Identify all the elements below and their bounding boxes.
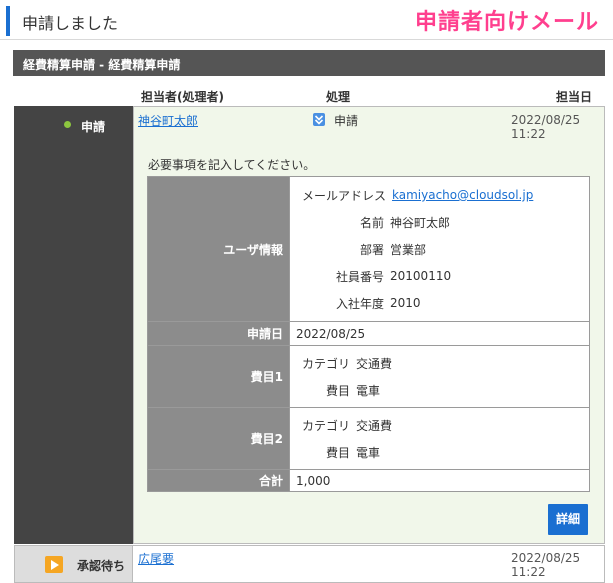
field-key: 社員番号 [336, 269, 385, 284]
audience-badge: 申請者向けメール [414, 10, 599, 35]
status-text: 承認待ち [77, 559, 126, 573]
page-title: 申請しました [22, 14, 119, 33]
user-info-values: メールアドレス kamiyacho@cloudsol.jp 名前 神谷町太郎 部署営… [289, 176, 590, 322]
column-header-assignee: 担当者(処理者) [141, 90, 224, 104]
field-value: 20100110 [390, 269, 452, 283]
field-value: 交通費 [356, 356, 393, 371]
field-key: 部署 [360, 242, 385, 257]
assignee-link[interactable]: 広尾要 [138, 550, 174, 567]
application-date-label: 申請日 [147, 321, 290, 346]
row-status-cell: 承認待ち [14, 545, 133, 583]
field-key: 費目 [326, 445, 351, 460]
status-label: 申請 [64, 118, 106, 135]
title-accent-bar [6, 6, 10, 36]
expense1-values: カテゴリ 交通費 費目 電車 [289, 345, 590, 408]
field-value: 交通費 [356, 418, 393, 433]
form-instruction: 必要事項を記入してください。 [148, 158, 316, 172]
row-date: 2022/08/25 11:22 [511, 551, 581, 579]
field-key: カテゴリ [302, 356, 351, 371]
field-value: 電車 [356, 445, 381, 460]
user-info-label: ユーザ情報 [147, 176, 290, 322]
status-text: 申請 [81, 120, 106, 134]
field-value: 電車 [356, 383, 381, 398]
top-bar: 申請しました 申請者向けメール [0, 0, 613, 40]
section-title: 経費精算申請 - 経費精算申請 [13, 50, 605, 76]
total-value: 1,000 [289, 469, 590, 492]
field-key: 費目 [326, 383, 351, 398]
status-dot-icon [64, 121, 71, 128]
row-date: 2022/08/25 11:22 [511, 113, 581, 141]
arrow-down-icon [313, 113, 325, 129]
detail-button[interactable]: 詳細 [548, 504, 588, 535]
field-key: 名前 [360, 215, 385, 230]
expense1-label: 費目1 [147, 345, 290, 408]
application-form-table: ユーザ情報 メールアドレス kamiyacho@cloudsol.jp 名前 神谷町… [147, 176, 590, 492]
column-header-date: 担当日 [556, 90, 593, 104]
field-value: 2010 [390, 296, 421, 310]
assignee-link[interactable]: 神谷町太郎 [138, 112, 198, 129]
row-status-cell: 申請 [14, 106, 133, 544]
field-key: カテゴリ [302, 418, 351, 433]
action-text: 申請 [334, 114, 359, 128]
field-value: 営業部 [390, 242, 427, 257]
play-icon [45, 556, 63, 573]
expense2-label: 費目2 [147, 407, 290, 470]
application-date-value: 2022/08/25 [289, 321, 590, 346]
field-value: 神谷町太郎 [390, 215, 451, 230]
field-key: 入社年度 [336, 296, 385, 311]
total-label: 合計 [147, 469, 290, 492]
email-link[interactable]: kamiyacho@cloudsol.jp [392, 188, 533, 202]
expense2-values: カテゴリ 交通費 費目 電車 [289, 407, 590, 470]
column-header-action: 処理 [326, 90, 351, 104]
field-key: メールアドレス [302, 188, 387, 203]
